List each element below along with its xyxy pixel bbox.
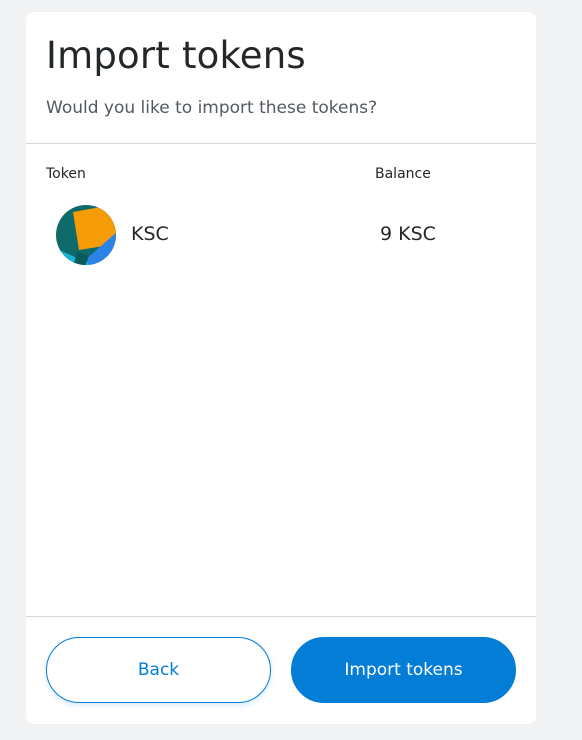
header-divider <box>26 143 536 144</box>
token-jazzicon-icon <box>56 205 116 265</box>
token-symbol: KSC <box>131 223 169 245</box>
page-subtitle: Would you like to import these tokens? <box>46 98 378 118</box>
column-header-token: Token <box>46 166 86 182</box>
footer-divider <box>26 616 536 617</box>
import-tokens-button[interactable]: Import tokens <box>291 637 516 703</box>
page-title: Import tokens <box>46 34 306 77</box>
back-button[interactable]: Back <box>46 637 271 703</box>
token-balance: 9 KSC <box>380 223 436 245</box>
column-header-balance: Balance <box>375 166 431 182</box>
import-tokens-card: Import tokens Would you like to import t… <box>26 12 536 724</box>
